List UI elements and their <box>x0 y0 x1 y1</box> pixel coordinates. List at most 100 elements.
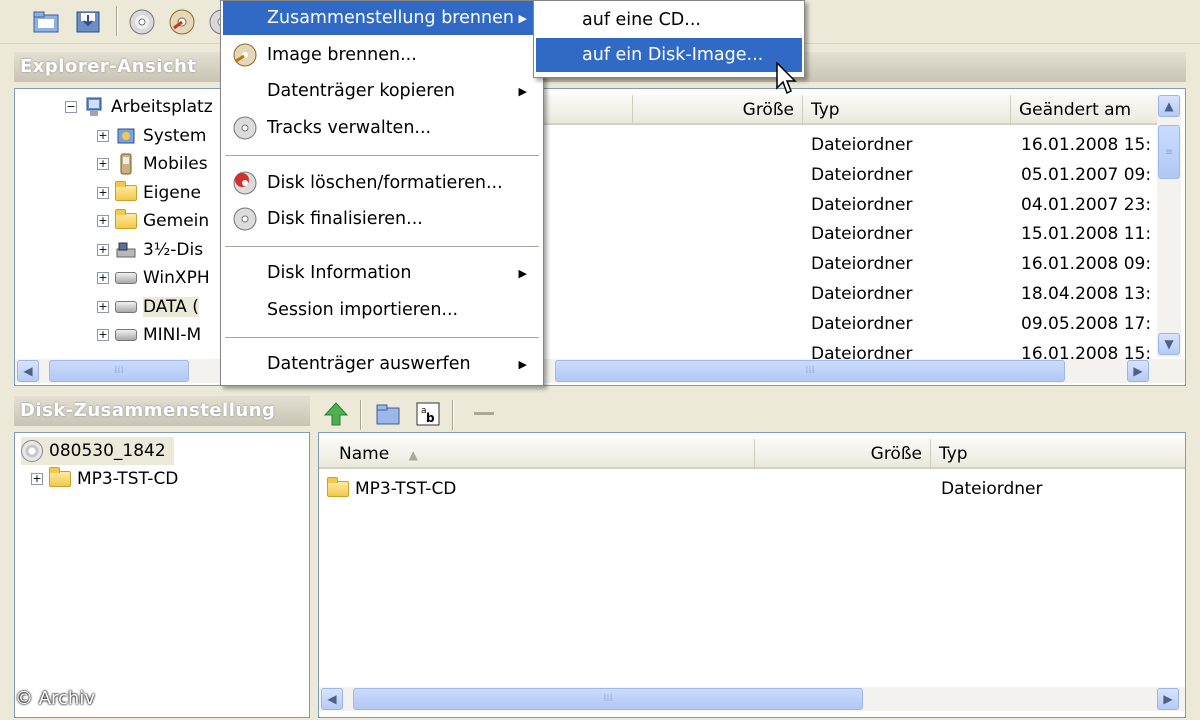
scroll-thumb[interactable]: ≡ <box>1158 125 1180 179</box>
menu-separator <box>225 337 539 338</box>
expand-icon[interactable]: + <box>31 473 43 485</box>
tree-item[interactable]: + System <box>97 122 206 150</box>
explorer-vscroll[interactable]: ▲ ≡ ▼ <box>1157 95 1181 357</box>
new-folder-icon[interactable] <box>372 398 404 430</box>
folder-icon <box>115 180 137 204</box>
expand-icon[interactable]: + <box>97 129 109 142</box>
table-cell-type: Dateiordner <box>811 135 913 155</box>
table-cell-modified: 05.01.2007 09: <box>1021 164 1152 185</box>
table-cell-type: Dateiordner <box>811 194 913 215</box>
compilation-hscroll[interactable]: ◀ ⁞⁞⁞ ▶ <box>319 687 1185 711</box>
menu-item-manage-tracks[interactable]: Tracks verwalten... <box>223 111 541 145</box>
tree-item[interactable]: + DATA ( <box>97 293 199 321</box>
scroll-right-button[interactable]: ▶ <box>1127 360 1149 382</box>
submenu-arrow-icon: ▶ <box>518 266 527 280</box>
disc-icon <box>21 440 43 462</box>
compilation-header: Disk-Zusammenstellung <box>14 396 310 426</box>
mouse-cursor-icon <box>776 61 800 101</box>
control-panel-icon <box>115 125 137 147</box>
submenu-item-to-disk-image[interactable]: auf ein Disk-Image... <box>536 38 802 72</box>
scroll-left-button[interactable]: ◀ <box>321 688 343 710</box>
menu-item-erase-disc[interactable]: Disk löschen/formatieren... <box>223 166 541 200</box>
menu-item-label: Session importieren... <box>267 300 459 320</box>
column-type[interactable]: Typ <box>931 439 1185 469</box>
menu-item-copy-disc[interactable]: Datenträger kopieren ▶ <box>223 74 541 108</box>
scroll-down-button[interactable]: ▼ <box>1158 333 1180 355</box>
remove-icon[interactable] <box>468 398 500 430</box>
expand-icon[interactable]: + <box>97 243 109 256</box>
tree-item[interactable]: + MINI-M <box>97 321 201 349</box>
menu-item-label: Disk Information <box>267 263 412 283</box>
menu-item-burn-image[interactable]: Image brennen... <box>223 38 541 72</box>
menu-item-disk-information[interactable]: Disk Information ▶ <box>223 256 541 290</box>
disc-icon[interactable] <box>126 6 158 38</box>
explorer-panel: − Arbeitsplatz + System + Mobiles + Eigene + Geme… <box>14 88 1186 386</box>
up-arrow-icon[interactable] <box>320 398 352 430</box>
scroll-up-button[interactable]: ▲ <box>1158 95 1180 117</box>
scroll-left-button[interactable]: ◀ <box>17 360 39 382</box>
save-icon[interactable] <box>72 6 104 38</box>
disc-icon <box>231 114 259 142</box>
table-cell-modified: 15.01.2008 11: <box>1021 224 1152 245</box>
menu-item-import-session[interactable]: Session importieren... <box>223 293 541 327</box>
tree-item-label: WinXPH <box>143 268 210 288</box>
expand-icon[interactable]: + <box>97 186 109 199</box>
mobile-device-icon <box>115 153 137 175</box>
submenu-item-to-cd[interactable]: auf eine CD... <box>536 3 802 37</box>
tree-item-label: Eigene <box>143 182 201 203</box>
toolbar-separator <box>360 400 362 430</box>
list-item-type: Dateiordner <box>941 479 1043 499</box>
menu-item-eject-disc[interactable]: Datenträger auswerfen ▶ <box>223 347 541 381</box>
expand-icon[interactable]: + <box>97 215 109 227</box>
svg-text:b: b <box>426 411 435 425</box>
tree-item-label: 3½-Dis <box>143 239 204 260</box>
explorer-hscroll[interactable]: ◀ ⁞⁞⁞ ⁞⁞⁞ ▶ <box>15 359 1185 383</box>
compilation-root[interactable]: 080530_1842 <box>21 437 174 465</box>
tree-item[interactable]: + Eigene <box>97 179 201 207</box>
menu-separator <box>225 246 539 247</box>
compilation-toolbar: ab <box>318 396 518 432</box>
menu-item-label: Disk löschen/formatieren... <box>267 173 503 193</box>
scroll-thumb[interactable]: ⁞⁞⁞ <box>49 360 189 382</box>
table-cell-type: Dateiordner <box>811 164 913 185</box>
toolbar-separator <box>116 6 118 36</box>
table-cell-modified: 16.01.2008 15: <box>1021 135 1152 155</box>
tree-item[interactable]: +3½-Dis <box>97 236 203 264</box>
list-item[interactable]: MP3-TST-CD <box>327 475 456 503</box>
compilation-folder[interactable]: + MP3-TST-CD <box>31 465 178 493</box>
collapse-icon[interactable]: − <box>65 101 77 113</box>
column-type[interactable]: Typ <box>803 95 1011 125</box>
folder-icon <box>115 209 137 232</box>
scroll-thumb-right[interactable]: ⁞⁞⁞ <box>555 360 1065 382</box>
expand-icon[interactable]: + <box>97 272 109 284</box>
tree-item[interactable]: − Arbeitsplatz <box>65 93 213 121</box>
expand-icon[interactable]: + <box>97 300 109 313</box>
column-name[interactable]: Name ▲ <box>319 439 755 469</box>
column-size[interactable]: Größe <box>755 439 931 469</box>
table-cell-type: Dateiordner <box>811 224 913 245</box>
burn-icon[interactable] <box>166 6 198 38</box>
column-modified[interactable]: Geändert am <box>1011 95 1157 125</box>
list-item-name: MP3-TST-CD <box>355 479 457 499</box>
tree-item-label: DATA ( <box>143 296 199 317</box>
tree-item[interactable]: + Gemein <box>97 207 209 235</box>
scroll-right-button[interactable]: ▶ <box>1157 688 1179 710</box>
tree-item[interactable]: + Mobiles <box>97 150 208 178</box>
open-folder-icon[interactable] <box>30 6 62 38</box>
table-cell-modified: 04.01.2007 23: <box>1021 194 1152 215</box>
menu-item-burn-compilation[interactable]: Zusammenstellung brennen ▶ <box>223 1 541 35</box>
toolbar-separator <box>452 400 454 430</box>
table-cell-modified: 18.04.2008 13: <box>1021 284 1152 304</box>
compilation-list-panel: Name ▲ Größe Typ MP3-TST-CD Dateiordner … <box>318 432 1186 718</box>
menu-separator <box>225 155 539 156</box>
disc-icon <box>231 205 259 233</box>
expand-icon[interactable]: + <box>97 329 109 341</box>
tree-item[interactable]: + WinXPH <box>97 264 210 292</box>
rename-icon[interactable]: ab <box>412 398 444 430</box>
scroll-thumb[interactable]: ⁞⁞⁞ <box>353 688 863 710</box>
expand-icon[interactable]: + <box>97 158 109 170</box>
table-cell-modified: 09.05.2008 17: <box>1021 313 1152 334</box>
menu-item-finalize-disc[interactable]: Disk finalisieren... <box>223 202 541 236</box>
context-menu: Zusammenstellung brennen ▶ Image brennen… <box>220 0 544 386</box>
burn-image-icon <box>231 41 259 69</box>
